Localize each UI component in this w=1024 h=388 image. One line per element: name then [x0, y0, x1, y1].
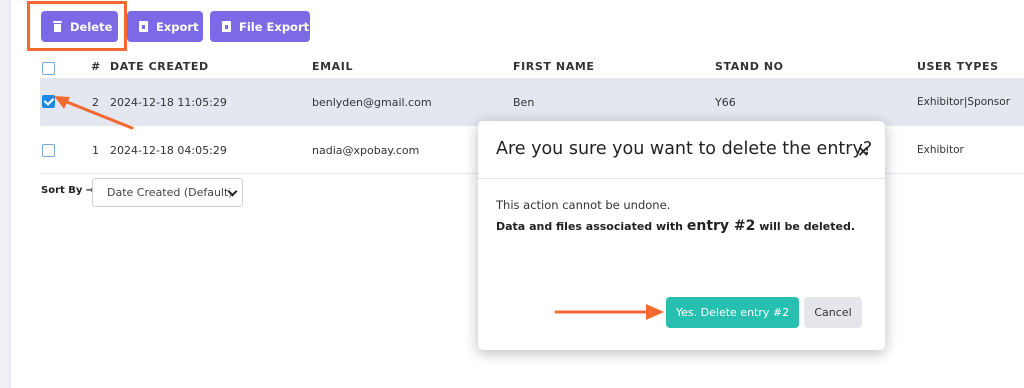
annotation-highlight-box [27, 1, 127, 51]
modal-title: Are you sure you want to delete the entr… [496, 139, 873, 159]
file-icon [139, 21, 148, 32]
col-first-name[interactable]: FIRST NAME [513, 60, 595, 73]
modal-detail-text: Data and files associated with entry #2 … [496, 218, 855, 234]
table-row[interactable]: 2 2024-12-18 11:05:29 benlyden@gmail.com… [40, 78, 1024, 126]
annotation-arrow-checkbox [54, 96, 134, 130]
row-stand-no: Y66 [715, 96, 736, 109]
file-export-button[interactable]: File Export [210, 11, 310, 42]
file-export-button-label: File Export [239, 19, 310, 34]
col-stand-no[interactable]: STAND NO [715, 60, 784, 73]
table-header: # DATE CREATED EMAIL FIRST NAME STAND NO… [0, 52, 1024, 78]
file-icon [222, 21, 231, 32]
close-icon[interactable]: × [857, 142, 870, 160]
modal-detail-prefix: Data and files associated with [496, 220, 687, 233]
row-checkbox[interactable] [42, 144, 55, 157]
modal-entry-ref: entry #2 [686, 218, 756, 234]
export-button[interactable]: Export [127, 11, 203, 42]
confirm-delete-button[interactable]: Yes. Delete entry #2 [666, 297, 799, 328]
row-email: benlyden@gmail.com [312, 96, 432, 109]
cancel-button[interactable]: Cancel [804, 297, 862, 328]
confirm-delete-modal: Are you sure you want to delete the entr… [478, 121, 885, 350]
col-number: # [91, 60, 101, 73]
modal-warning-text: This action cannot be undone. [496, 198, 671, 212]
row-user-types: Exhibitor [917, 144, 964, 156]
row-first-name: Ben [513, 96, 535, 109]
col-email[interactable]: EMAIL [312, 60, 353, 73]
sort-select-value: Date Created (Default) [107, 186, 233, 199]
export-button-label: Export [156, 19, 199, 34]
col-user-types[interactable]: USER TYPES [917, 60, 999, 73]
row-number: 1 [92, 144, 99, 157]
modal-detail-suffix: will be deleted. [755, 220, 856, 233]
sort-select[interactable]: Date Created (Default) [92, 178, 243, 207]
sort-by-label: Sort By → [41, 185, 95, 196]
annotation-arrow-confirm [554, 304, 664, 320]
col-date-created[interactable]: DATE CREATED [110, 60, 209, 73]
modal-divider [478, 178, 885, 179]
row-email: nadia@xpobay.com [312, 144, 420, 157]
row-user-types: Exhibitor|Sponsor [917, 96, 1011, 108]
row-date: 2024-12-18 04:05:29 [110, 144, 227, 157]
select-all-checkbox[interactable] [42, 62, 55, 75]
